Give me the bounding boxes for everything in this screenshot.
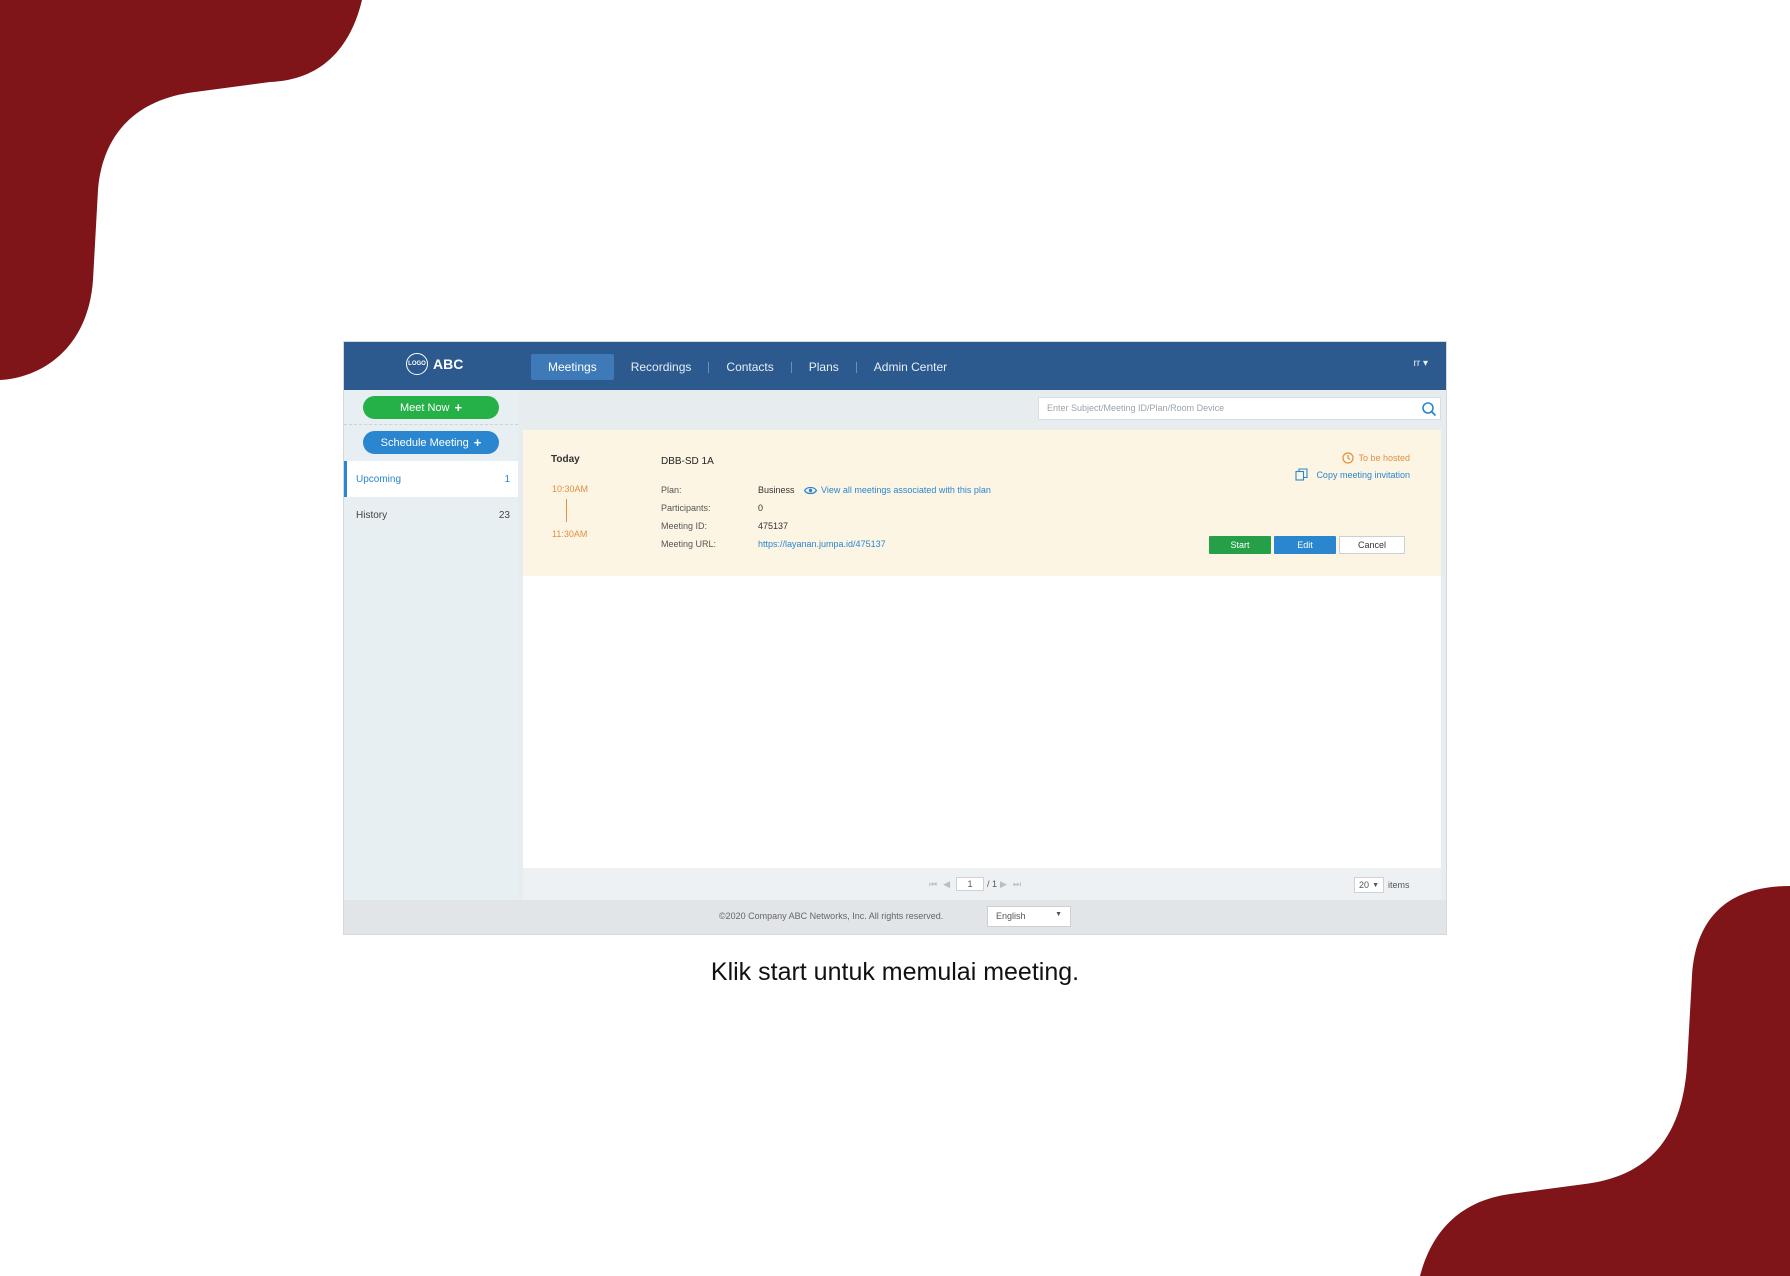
page-size-value: 20 [1359,880,1370,890]
next-page-icon[interactable]: ▶ [1000,879,1007,890]
decorative-blob-top-left [0,0,362,380]
eye-icon [804,486,817,494]
caret-down-icon: ▾ [1422,358,1428,369]
search-placeholder: Enter Subject/Meeting ID/Plan/Room Devic… [1047,403,1225,413]
plus-icon: + [473,435,482,450]
plan-label: Plan: [661,485,682,495]
main-nav: Meetings Recordings Contacts Plans Admin… [531,354,964,380]
sidebar-item-label: Upcoming [356,473,402,485]
search-row: Enter Subject/Meeting ID/Plan/Room Devic… [523,390,1441,430]
user-menu[interactable]: rr ▾ [1414,358,1428,369]
sidebar-item-count: 1 [504,473,510,485]
cancel-button[interactable]: Cancel [1339,536,1405,554]
schedule-meeting-button[interactable]: Schedule Meeting + [363,431,499,454]
pagination: ⏮ ◀ 1 / 1 ▶ ⏭ [926,877,1024,891]
copy-invitation-link[interactable]: Copy meeting invitation [1295,468,1410,481]
start-button[interactable]: Start [1209,536,1271,554]
sidebar: Meet Now + Schedule Meeting + Upcoming 1… [344,390,518,900]
page-size-control: 20 ▼ items [1354,877,1410,893]
start-time: 10:30AM [552,484,589,494]
view-plan-meetings-link[interactable]: View all meetings associated with this p… [804,485,991,495]
page-total: / 1 [987,879,998,889]
copy-icon [1295,468,1308,481]
language-value: English [996,911,1026,921]
sidebar-item-label: History [356,509,388,521]
page-size-select[interactable]: 20 ▼ [1354,877,1384,893]
language-select[interactable]: English ▼ [987,906,1071,927]
meet-now-label: Meet Now [399,401,450,414]
day-label: Today [551,454,580,465]
first-page-icon[interactable]: ⏮ [929,879,937,890]
search-input[interactable]: Enter Subject/Meeting ID/Plan/Room Devic… [1038,397,1441,420]
decorative-blob-bottom-right [1420,886,1790,1276]
meeting-id-value: 475137 [758,521,789,531]
meeting-id-label: Meeting ID: [661,521,708,531]
view-plan-meetings-label: View all meetings associated with this p… [821,485,991,495]
end-time: 11:30AM [552,529,588,539]
top-navigation-bar: LOGO ABC Meetings Recordings Contacts Pl… [344,342,1446,390]
schedule-meeting-label: Schedule Meeting [380,436,469,449]
nav-contacts[interactable]: Contacts [709,354,790,380]
instruction-caption: Klik start untuk memulai meeting. [710,958,1080,986]
last-page-icon[interactable]: ⏭ [1013,879,1021,890]
nav-admin-center[interactable]: Admin Center [857,354,964,380]
meeting-list-empty-area [523,576,1441,868]
meeting-subject: DBB-SD 1A [661,456,714,467]
caret-down-icon: ▼ [1055,911,1062,918]
schedule-meeting-wrap: Schedule Meeting + [344,425,518,461]
status-label: To be hosted [1358,453,1410,463]
sidebar-item-history[interactable]: History 23 [344,497,518,533]
clock-icon [1342,452,1355,464]
meet-now-wrap: Meet Now + [344,390,518,425]
meeting-url-link[interactable]: https://layanan.jumpa.id/475137 [758,539,886,549]
time-connector [566,499,567,522]
copyright-text: ©2020 Company ABC Networks, Inc. All rig… [719,911,944,921]
sidebar-item-upcoming[interactable]: Upcoming 1 [344,461,518,497]
footer: ©2020 Company ABC Networks, Inc. All rig… [344,900,1446,934]
pagination-bar: ⏮ ◀ 1 / 1 ▶ ⏭ 20 ▼ items [523,868,1441,900]
meeting-url-label: Meeting URL: [661,539,717,549]
user-name: rr [1413,358,1421,369]
sidebar-item-count: 23 [498,509,510,521]
nav-recordings[interactable]: Recordings [614,354,709,380]
plus-icon: + [454,400,463,415]
app-window: LOGO ABC Meetings Recordings Contacts Pl… [344,342,1446,934]
copy-invitation-label: Copy meeting invitation [1316,469,1410,480]
nav-plans[interactable]: Plans [792,354,856,380]
brand-name: ABC [433,356,464,372]
participants-value: 0 [758,503,764,513]
status-badge: To be hosted [1342,452,1410,464]
search-icon[interactable] [1421,401,1437,417]
participants-label: Participants: [661,503,711,513]
main-content: Enter Subject/Meeting ID/Plan/Room Devic… [523,390,1441,900]
page-number-input[interactable]: 1 [956,877,985,891]
meet-now-button[interactable]: Meet Now + [363,396,499,419]
brand[interactable]: LOGO ABC [406,353,463,375]
caret-down-icon: ▼ [1372,881,1379,889]
nav-meetings[interactable]: Meetings [531,354,614,380]
items-label: items [1388,880,1410,890]
logo-icon: LOGO [406,353,428,375]
plan-value: Business [758,485,795,495]
edit-button[interactable]: Edit [1274,536,1336,554]
meeting-card: Today 10:30AM 11:30AM DBB-SD 1A Plan: Bu… [523,430,1441,576]
prev-page-icon[interactable]: ◀ [943,879,950,890]
